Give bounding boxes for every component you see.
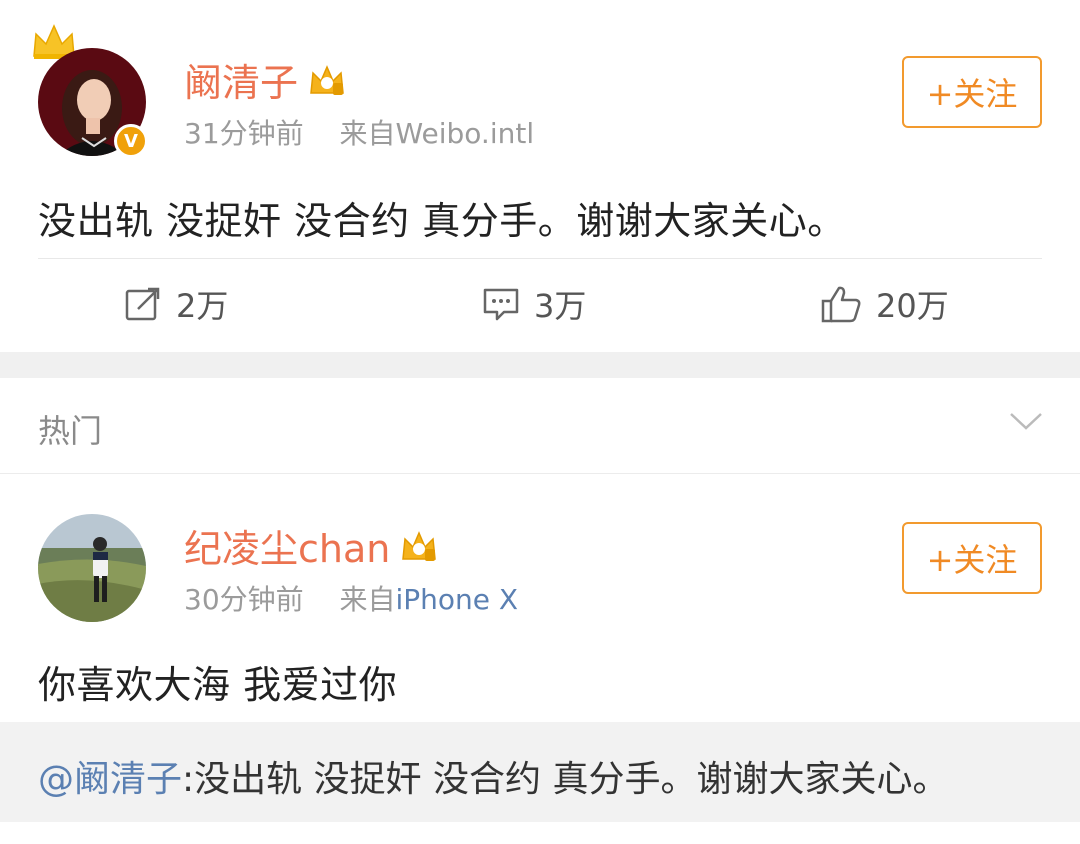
member-crown-icon: [402, 530, 437, 561]
repost-button[interactable]: 2万: [124, 282, 228, 326]
comment-button[interactable]: 3万: [482, 282, 586, 326]
comment-count: 3万: [534, 287, 587, 325]
like-count: 20万: [876, 287, 949, 325]
author-name[interactable]: 阚清子: [184, 52, 346, 107]
author-name-text[interactable]: 阚清子: [184, 52, 298, 107]
quoted-text: @阚清子:没出轨 没捉奸 没合约 真分手。谢谢大家关心。: [38, 750, 948, 802]
post-meta: 31分钟前 来自Weibo.intl: [184, 112, 534, 152]
quoted-body: :没出轨 没捉奸 没合约 真分手。谢谢大家关心。: [182, 759, 949, 800]
post-source: Weibo.intl: [395, 117, 535, 150]
post-text: 没出轨 没捉奸 没合约 真分手。谢谢大家关心。: [38, 199, 846, 243]
repost-count: 2万: [176, 287, 229, 325]
thumbs-up-icon: [821, 286, 861, 323]
quoted-repost[interactable]: @阚清子:没出轨 没捉奸 没合约 真分手。谢谢大家关心。: [0, 722, 1080, 822]
commenter-name-text[interactable]: 纪凌尘chan: [184, 518, 390, 573]
hot-label: 热门: [38, 412, 103, 450]
comment-time: 30分钟前: [184, 583, 304, 616]
commenter-name[interactable]: 纪凌尘chan: [184, 518, 438, 573]
comment-post: 纪凌尘chan 30分钟前 来自iPhone X +关注 你喜欢大海 我爱过你 …: [0, 474, 1080, 844]
weibo-post: V 阚清子 31分钟前 来自Weibo.intl +关注 没出轨 没捉奸 没合约…: [0, 0, 1080, 352]
chevron-down-icon[interactable]: [1008, 408, 1044, 432]
divider: [38, 258, 1042, 259]
follow-button[interactable]: +关注: [902, 56, 1042, 128]
avatar-image: [38, 514, 146, 622]
comment-text: 你喜欢大海 我爱过你: [38, 663, 398, 707]
verified-badge: V: [114, 124, 148, 158]
comment-source[interactable]: iPhone X: [395, 583, 518, 616]
mention-link[interactable]: @阚清子: [38, 759, 182, 800]
like-button[interactable]: 20万: [820, 282, 949, 326]
follow-button[interactable]: +关注: [902, 522, 1042, 594]
post-time: 31分钟前: [184, 117, 304, 150]
repost-icon: [125, 287, 160, 321]
section-separator: [0, 352, 1080, 378]
comment-meta: 30分钟前 来自iPhone X: [184, 578, 518, 618]
source-prefix: 来自: [339, 117, 396, 150]
source-prefix: 来自: [339, 583, 396, 616]
comment-icon: [483, 288, 519, 321]
member-crown-icon: [310, 64, 344, 95]
hot-comments-header[interactable]: 热门: [0, 378, 1080, 474]
commenter-avatar[interactable]: [38, 514, 146, 622]
